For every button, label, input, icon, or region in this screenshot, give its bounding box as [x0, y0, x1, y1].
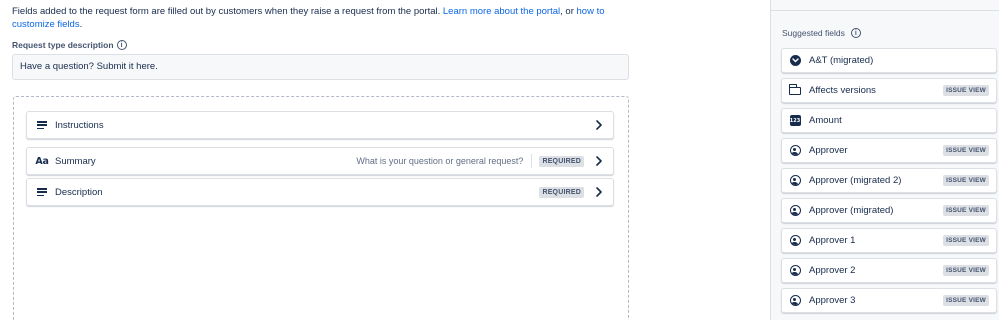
form-field-description[interactable]: Description REQUIRED	[26, 178, 614, 206]
chevron-right-icon[interactable]	[594, 187, 604, 197]
suggested-field-label: Approver 3	[809, 295, 856, 306]
suggested-field-item[interactable]: Approver 2 ISSUE VIEW	[781, 258, 997, 283]
issue-view-badge: ISSUE VIEW	[943, 175, 989, 186]
suggested-fields-sidebar: Suggested fields i A&T (migrated) Affect…	[770, 0, 999, 320]
intro-separator: , or	[560, 6, 577, 17]
suggested-field-item[interactable]: Approver 3 ISSUE VIEW	[781, 288, 997, 313]
intro-end: .	[79, 19, 83, 30]
suggested-field-item[interactable]: Approver (migrated 2) ISSUE VIEW	[781, 168, 997, 193]
suggested-field-label: Amount	[809, 115, 842, 126]
suggested-field-item[interactable]: Approver ISSUE VIEW	[781, 138, 997, 163]
person-icon	[789, 205, 801, 217]
suggested-field-label: Approver (migrated 2)	[809, 175, 902, 186]
form-field-instructions[interactable]: Instructions	[26, 111, 614, 139]
person-icon	[789, 265, 801, 277]
suggested-field-item[interactable]: Approver (migrated) ISSUE VIEW	[781, 198, 997, 223]
field-label: Summary	[55, 155, 96, 167]
chevron-down-circle-icon	[789, 55, 801, 67]
chevron-right-icon[interactable]	[594, 120, 604, 130]
person-icon	[789, 295, 801, 307]
suggested-field-label: Approver 1	[809, 235, 856, 246]
field-label: Instructions	[55, 119, 104, 131]
suggested-field-label: Affects versions	[809, 85, 876, 96]
intro-body: Fields added to the request form are fil…	[12, 6, 443, 17]
field-label: Description	[55, 186, 103, 198]
request-form-panel: Fields added to the request form are fil…	[0, 0, 760, 320]
lines-icon	[36, 119, 48, 131]
info-icon[interactable]: i	[850, 28, 861, 38]
issue-view-badge: ISSUE VIEW	[943, 145, 989, 156]
suggested-field-item[interactable]: Approver 1 ISSUE VIEW	[781, 228, 997, 253]
learn-portal-link[interactable]: Learn more about the portal	[443, 6, 560, 17]
issue-view-badge: ISSUE VIEW	[943, 85, 989, 96]
suggested-field-label: A&T (migrated)	[809, 55, 874, 66]
suggested-field-label: Approver (migrated)	[809, 205, 894, 216]
required-badge: REQUIRED	[539, 186, 584, 198]
number-icon: 123	[789, 115, 801, 127]
suggested-fields-title: Suggested fields	[782, 28, 845, 38]
issue-view-badge: ISSUE VIEW	[943, 295, 989, 306]
person-icon	[789, 235, 801, 247]
versions-icon	[788, 83, 801, 97]
issue-view-badge: ISSUE VIEW	[943, 265, 989, 276]
suggested-field-item[interactable]: Affects versions ISSUE VIEW	[781, 78, 997, 103]
form-field-summary[interactable]: Aa Summary What is your question or gene…	[26, 147, 614, 175]
person-icon	[789, 175, 801, 187]
text-aa-icon: Aa	[35, 155, 49, 167]
request-type-description-label: Request type description i	[12, 40, 127, 50]
lines-icon	[36, 186, 48, 198]
required-badge: REQUIRED	[539, 155, 584, 167]
divider	[531, 154, 533, 168]
person-icon	[789, 145, 801, 157]
suggested-field-label: Approver 2	[809, 265, 856, 276]
suggested-field-item[interactable]: 123 Amount	[781, 108, 997, 133]
suggested-field-label: Approver	[809, 145, 848, 156]
request-type-label-text: Request type description	[12, 40, 114, 50]
field-hint: What is your question or general request…	[356, 156, 524, 166]
intro-text: Fields added to the request form are fil…	[12, 5, 632, 31]
sidebar-divider	[771, 10, 999, 11]
suggested-field-item[interactable]: A&T (migrated)	[781, 48, 997, 73]
request-type-description-input[interactable]: Have a question? Submit it here.	[12, 54, 629, 80]
info-icon[interactable]: i	[116, 40, 127, 50]
issue-view-badge: ISSUE VIEW	[943, 205, 989, 216]
suggested-fields-heading: Suggested fields i	[782, 28, 861, 38]
issue-view-badge: ISSUE VIEW	[943, 235, 989, 246]
chevron-right-icon[interactable]	[594, 156, 604, 166]
